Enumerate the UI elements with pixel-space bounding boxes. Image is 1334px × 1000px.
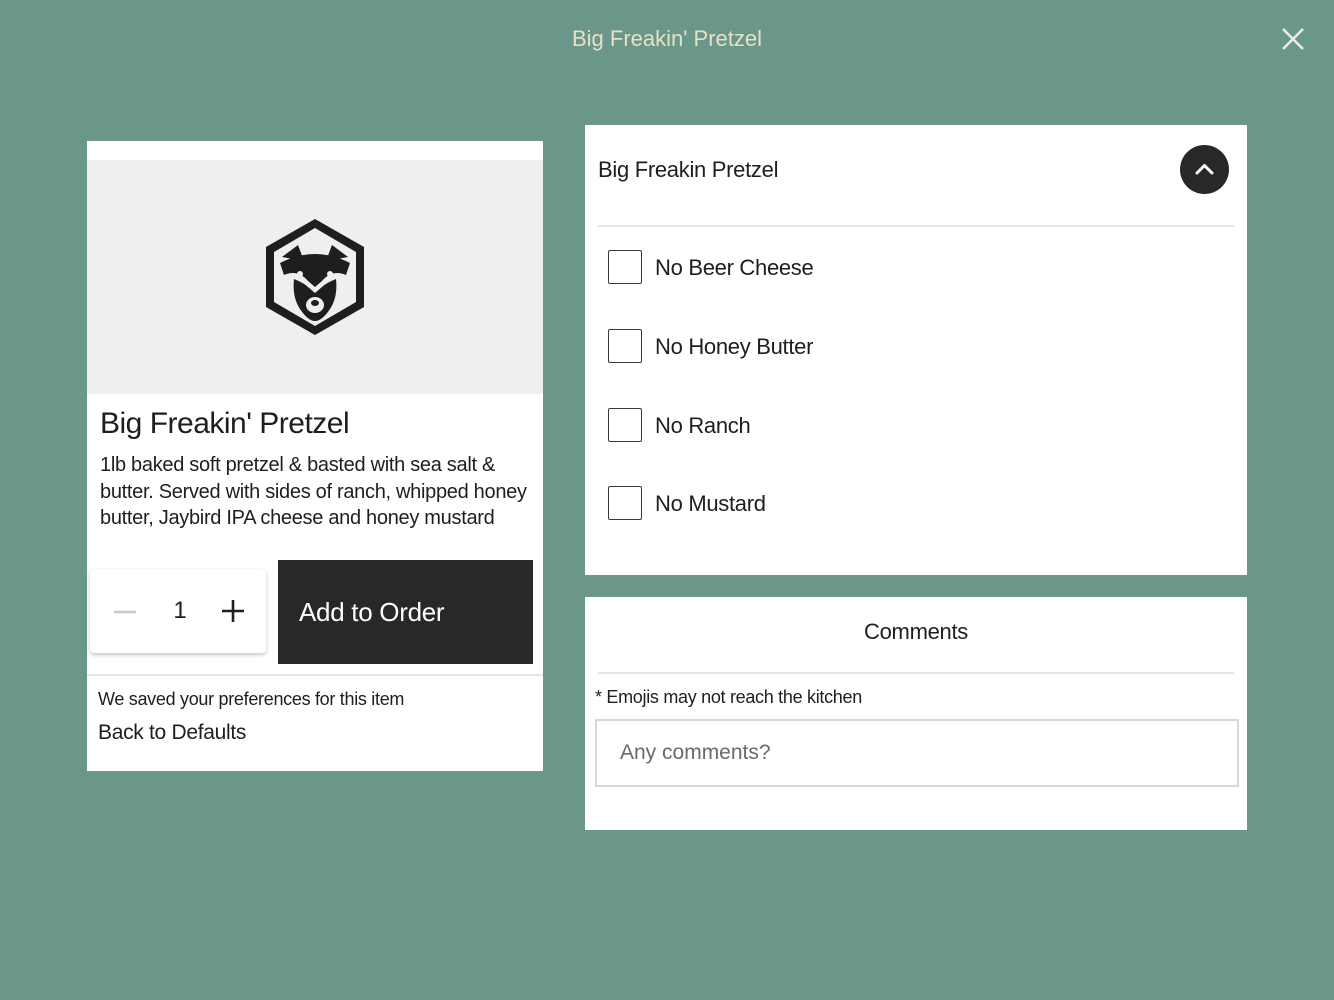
quantity-value: 1 bbox=[173, 597, 187, 624]
divider bbox=[598, 672, 1234, 674]
item-image bbox=[87, 160, 543, 394]
option-label: No Honey Butter bbox=[655, 334, 814, 359]
option-checkbox[interactable] bbox=[608, 486, 642, 520]
add-to-order-button[interactable]: Add to Order bbox=[278, 560, 533, 664]
option-checkbox[interactable] bbox=[608, 329, 642, 363]
comments-input[interactable] bbox=[595, 719, 1239, 787]
item-name: Big Freakin' Pretzel bbox=[100, 407, 350, 440]
option-label: No Beer Cheese bbox=[655, 255, 814, 280]
comments-panel: Comments * Emojis may not reach the kitc… bbox=[585, 597, 1247, 830]
option-label: No Ranch bbox=[655, 413, 751, 438]
plus-icon bbox=[222, 600, 244, 622]
minus-icon bbox=[114, 610, 136, 614]
comments-title: Comments bbox=[864, 619, 968, 644]
option-checkbox[interactable] bbox=[608, 250, 642, 284]
option-checkbox[interactable] bbox=[608, 408, 642, 442]
item-card: Big Freakin' Pretzel 1lb baked soft pret… bbox=[87, 141, 543, 771]
close-icon bbox=[1282, 28, 1304, 50]
close-button[interactable] bbox=[1280, 26, 1306, 52]
options-group-title: Big Freakin Pretzel bbox=[598, 157, 779, 182]
divider bbox=[598, 225, 1234, 227]
option-label: No Mustard bbox=[655, 491, 766, 516]
modifier-options-panel: Big Freakin Pretzel No Beer Cheese No Ho… bbox=[585, 125, 1247, 575]
decrease-quantity-button[interactable] bbox=[112, 599, 138, 625]
saved-preferences-note: We saved your preferences for this item bbox=[98, 689, 405, 709]
chevron-up-icon bbox=[1195, 164, 1214, 175]
item-description: 1lb baked soft pretzel & basted with sea… bbox=[100, 454, 527, 529]
quantity-stepper: 1 bbox=[90, 569, 266, 653]
back-to-defaults-link[interactable]: Back to Defaults bbox=[98, 721, 246, 745]
increase-quantity-button[interactable] bbox=[220, 598, 246, 624]
divider bbox=[87, 674, 543, 676]
collapse-options-button[interactable] bbox=[1180, 145, 1229, 194]
raccoon-logo-icon bbox=[266, 219, 364, 335]
modal-title: Big Freakin' Pretzel bbox=[571, 26, 763, 51]
emoji-note: * Emojis may not reach the kitchen bbox=[595, 687, 862, 707]
